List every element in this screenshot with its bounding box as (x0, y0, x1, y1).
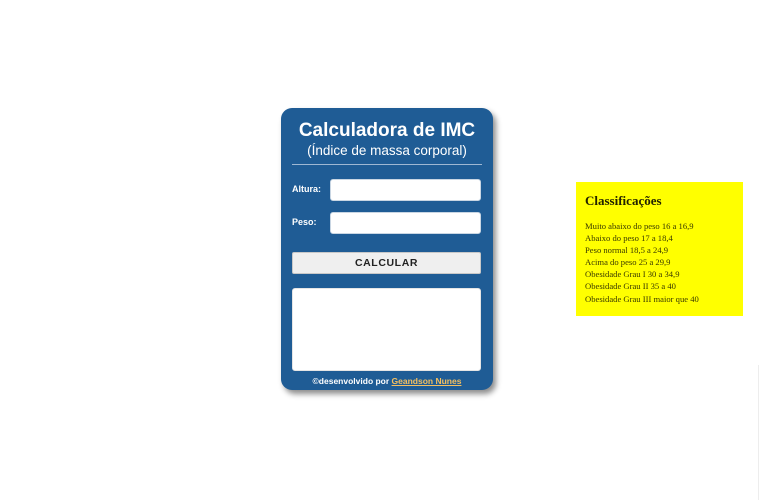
footer-prefix: ©desenvolvido por (312, 376, 392, 386)
weight-row: Peso: (292, 212, 482, 234)
classification-item: Abaixo do peso 17 a 18,4 (585, 233, 673, 244)
calculate-button[interactable]: CALCULAR (292, 252, 481, 274)
imc-calculator-card: Calculadora de IMC (Índice de massa corp… (281, 108, 493, 390)
classification-item: Obesidade Grau III maior que 40 (585, 293, 699, 304)
height-row: Altura: (292, 179, 482, 201)
author-link[interactable]: Geandson Nunes (392, 376, 462, 386)
classification-item: Obesidade Grau II 35 a 40 (585, 281, 676, 292)
classification-item: Obesidade Grau I 30 a 34,9 (585, 269, 680, 280)
classifications-title: Classificações (585, 193, 662, 208)
classifications-panel: Classificações Muito abaixo do peso 16 a… (576, 182, 743, 316)
height-label: Altura: (292, 184, 321, 194)
footer-credit: ©desenvolvido por Geandson Nunes (281, 376, 493, 386)
result-display (292, 288, 481, 371)
classification-item: Muito abaixo do peso 16 a 16,9 (585, 221, 694, 231)
page-edge-divider (758, 365, 759, 500)
classification-item: Peso normal 18,5 a 24,9 (585, 245, 669, 256)
height-input[interactable] (330, 179, 481, 201)
calculator-subtitle: (Índice de massa corporal) (292, 142, 482, 165)
calculator-title: Calculadora de IMC (298, 120, 476, 141)
classification-item: Acima do peso 25 a 29,9 (585, 257, 671, 268)
weight-input[interactable] (330, 212, 481, 234)
weight-label: Peso: (292, 217, 317, 227)
classifications-list: Muito abaixo do peso 16 a 16,9 Abaixo do… (585, 220, 735, 305)
